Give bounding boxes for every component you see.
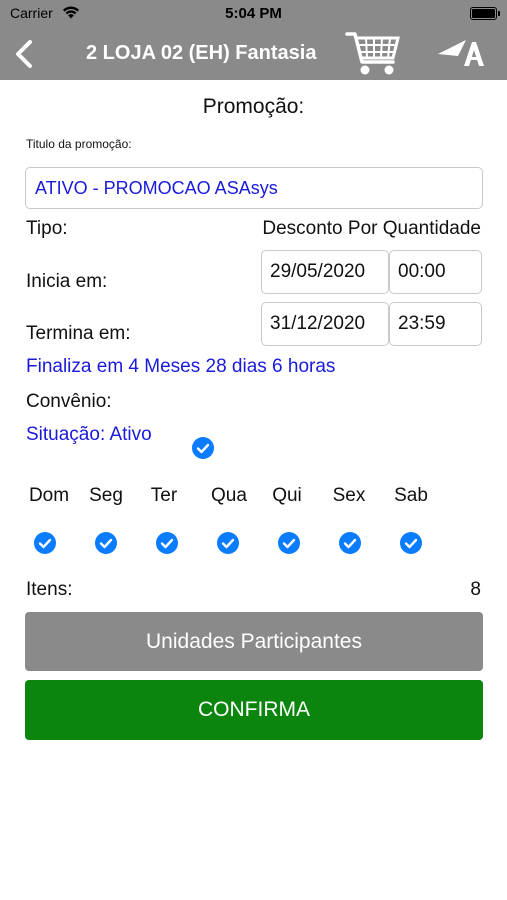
cart-button[interactable] [344, 28, 402, 80]
checkmark-icon [221, 538, 235, 549]
termina-label: Termina em: [26, 323, 131, 344]
checkmark-icon [404, 538, 418, 549]
shopping-cart-icon [345, 32, 400, 75]
promo-title-label: Titulo da promoção: [26, 137, 132, 151]
day-checkbox-qui[interactable] [278, 532, 300, 554]
day-label-qua: Qua [211, 485, 247, 506]
finaliza-text: Finaliza em 4 Meses 28 dias 6 horas [26, 356, 336, 377]
day-checkbox-sab[interactable] [400, 532, 422, 554]
nav-title: 2 LOJA 02 (EH) Fantasia [86, 42, 317, 64]
day-label-seg: Seg [89, 485, 123, 506]
status-bar: Carrier 5:04 PM [0, 0, 507, 28]
promo-title-input[interactable] [25, 167, 483, 209]
chevron-left-icon [16, 40, 32, 68]
tipo-value: Desconto Por Quantidade [262, 218, 481, 239]
weekday-labels: Dom Seg Ter Qua Qui Sex Sab [0, 485, 507, 509]
back-button[interactable] [10, 36, 40, 72]
day-label-ter: Ter [150, 485, 178, 506]
day-label-sex: Sex [332, 485, 366, 506]
day-checkbox-qua[interactable] [217, 532, 239, 554]
checkmark-icon [99, 538, 113, 549]
tipo-label: Tipo: [26, 218, 68, 239]
unidades-participantes-button[interactable]: Unidades Participantes [25, 612, 483, 671]
situacao-checkbox[interactable] [192, 437, 214, 459]
situacao-text: Situação: Ativo [26, 424, 152, 445]
convenio-label: Convênio: [26, 391, 112, 412]
inicia-label: Inicia em: [26, 271, 108, 292]
day-checkbox-sex[interactable] [339, 532, 361, 554]
inicia-date-field[interactable]: 29/05/2020 [261, 250, 389, 294]
confirma-button[interactable]: CONFIRMA [25, 680, 483, 740]
brand-logo-icon [438, 40, 484, 66]
nav-bar: 2 LOJA 02 (EH) Fantasia [0, 28, 507, 80]
brand-logo-button[interactable] [436, 38, 486, 68]
day-checkbox-ter[interactable] [156, 532, 178, 554]
checkmark-icon [196, 443, 210, 454]
battery-icon [470, 7, 500, 20]
day-label-sab: Sab [394, 485, 428, 506]
inicia-time-field[interactable]: 00:00 [389, 250, 482, 294]
clock: 5:04 PM [225, 5, 282, 22]
itens-count: 8 [470, 579, 481, 600]
checkmark-icon [38, 538, 52, 549]
termina-date-field[interactable]: 31/12/2020 [261, 302, 389, 346]
itens-label: Itens: [26, 579, 73, 600]
day-checkbox-seg[interactable] [95, 532, 117, 554]
termina-time-field[interactable]: 23:59 [389, 302, 482, 346]
day-label-qui: Qui [272, 485, 302, 506]
checkmark-icon [343, 538, 357, 549]
day-checkbox-dom[interactable] [34, 532, 56, 554]
day-label-dom: Dom [28, 485, 70, 506]
checkmark-icon [160, 538, 174, 549]
checkmark-icon [282, 538, 296, 549]
section-title: Promoção: [202, 95, 305, 118]
